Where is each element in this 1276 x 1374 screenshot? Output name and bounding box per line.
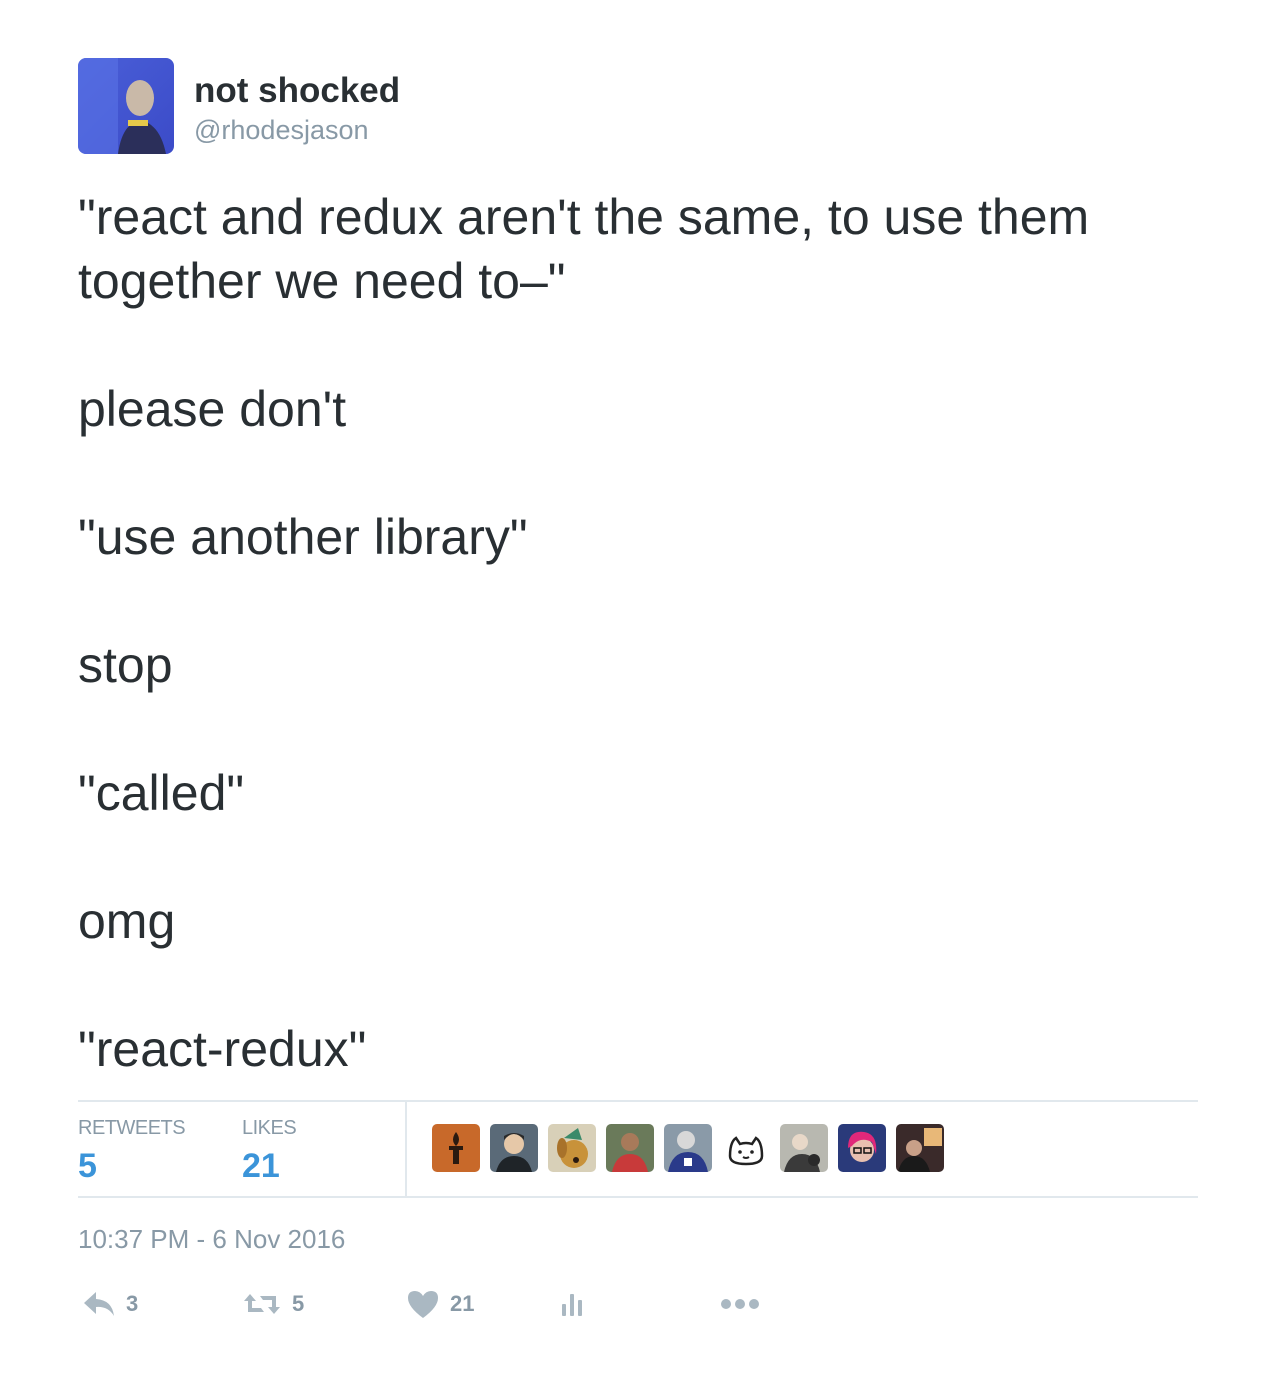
liker-avatar[interactable] bbox=[606, 1124, 654, 1172]
like-count: 21 bbox=[450, 1291, 475, 1316]
liker-avatar[interactable] bbox=[490, 1124, 538, 1172]
dog-avatar-icon bbox=[548, 1124, 596, 1172]
analytics-icon bbox=[562, 1294, 582, 1316]
author-avatar[interactable] bbox=[78, 58, 174, 154]
football-player-avatar-icon bbox=[664, 1124, 712, 1172]
person-avatar-icon bbox=[780, 1124, 828, 1172]
retweet-icon bbox=[244, 1294, 280, 1314]
author-handle[interactable]: @rhodesjason bbox=[194, 114, 369, 146]
liker-avatar[interactable] bbox=[548, 1124, 596, 1172]
liker-avatar[interactable] bbox=[664, 1124, 712, 1172]
tweet-stats: RETWEETS 5 LIKES 21 bbox=[78, 1100, 1198, 1198]
likes-label: LIKES bbox=[242, 1117, 297, 1139]
liker-avatar[interactable] bbox=[838, 1124, 886, 1172]
tweet-line: "use another library" bbox=[78, 509, 528, 565]
tweet-line: "called" bbox=[78, 765, 245, 821]
liker-avatar[interactable] bbox=[896, 1124, 944, 1172]
tweet-line: omg bbox=[78, 893, 176, 949]
liker-avatar[interactable] bbox=[780, 1124, 828, 1172]
person-avatar-icon bbox=[606, 1124, 654, 1172]
avatar-image bbox=[78, 58, 174, 154]
person-avatar-icon bbox=[896, 1124, 944, 1172]
like-button[interactable]: 21 bbox=[406, 1284, 474, 1324]
author-display-name[interactable]: not shocked bbox=[194, 70, 400, 112]
stats-divider bbox=[405, 1102, 407, 1196]
person-avatar-icon bbox=[838, 1124, 886, 1172]
likes-count: 21 bbox=[242, 1147, 280, 1185]
reply-count: 3 bbox=[126, 1291, 139, 1316]
retweets-label: RETWEETS bbox=[78, 1117, 186, 1139]
tweet-text: "react and redux aren't the same, to use… bbox=[78, 185, 1208, 1081]
retweet-button[interactable]: 5 bbox=[242, 1284, 304, 1324]
heart-icon bbox=[408, 1291, 438, 1318]
liker-avatar[interactable] bbox=[432, 1124, 480, 1172]
reply-button[interactable]: 3 bbox=[82, 1284, 138, 1324]
tweet-line: stop bbox=[78, 637, 173, 693]
tweet-line: please don't bbox=[78, 381, 347, 437]
retweet-count: 5 bbox=[292, 1291, 305, 1316]
retweets-stat[interactable]: RETWEETS 5 bbox=[78, 1116, 186, 1188]
more-button[interactable] bbox=[720, 1284, 760, 1324]
tweet-actions: 3 5 21 bbox=[78, 1284, 878, 1324]
retweets-count: 5 bbox=[78, 1147, 97, 1185]
cat-avatar-icon bbox=[722, 1124, 770, 1172]
more-dots-icon bbox=[721, 1299, 759, 1309]
tweet-timestamp[interactable]: 10:37 PM - 6 Nov 2016 bbox=[78, 1222, 345, 1256]
torch-avatar-icon bbox=[432, 1124, 480, 1172]
analytics-button[interactable] bbox=[560, 1284, 586, 1324]
liker-avatar[interactable] bbox=[722, 1124, 770, 1172]
likes-stat[interactable]: LIKES 21 bbox=[242, 1116, 297, 1188]
reply-icon bbox=[84, 1292, 114, 1316]
tweet-line: "react-redux" bbox=[78, 1021, 367, 1077]
tweet-line: "react and redux aren't the same, to use… bbox=[78, 189, 1090, 309]
person-avatar-icon bbox=[490, 1124, 538, 1172]
